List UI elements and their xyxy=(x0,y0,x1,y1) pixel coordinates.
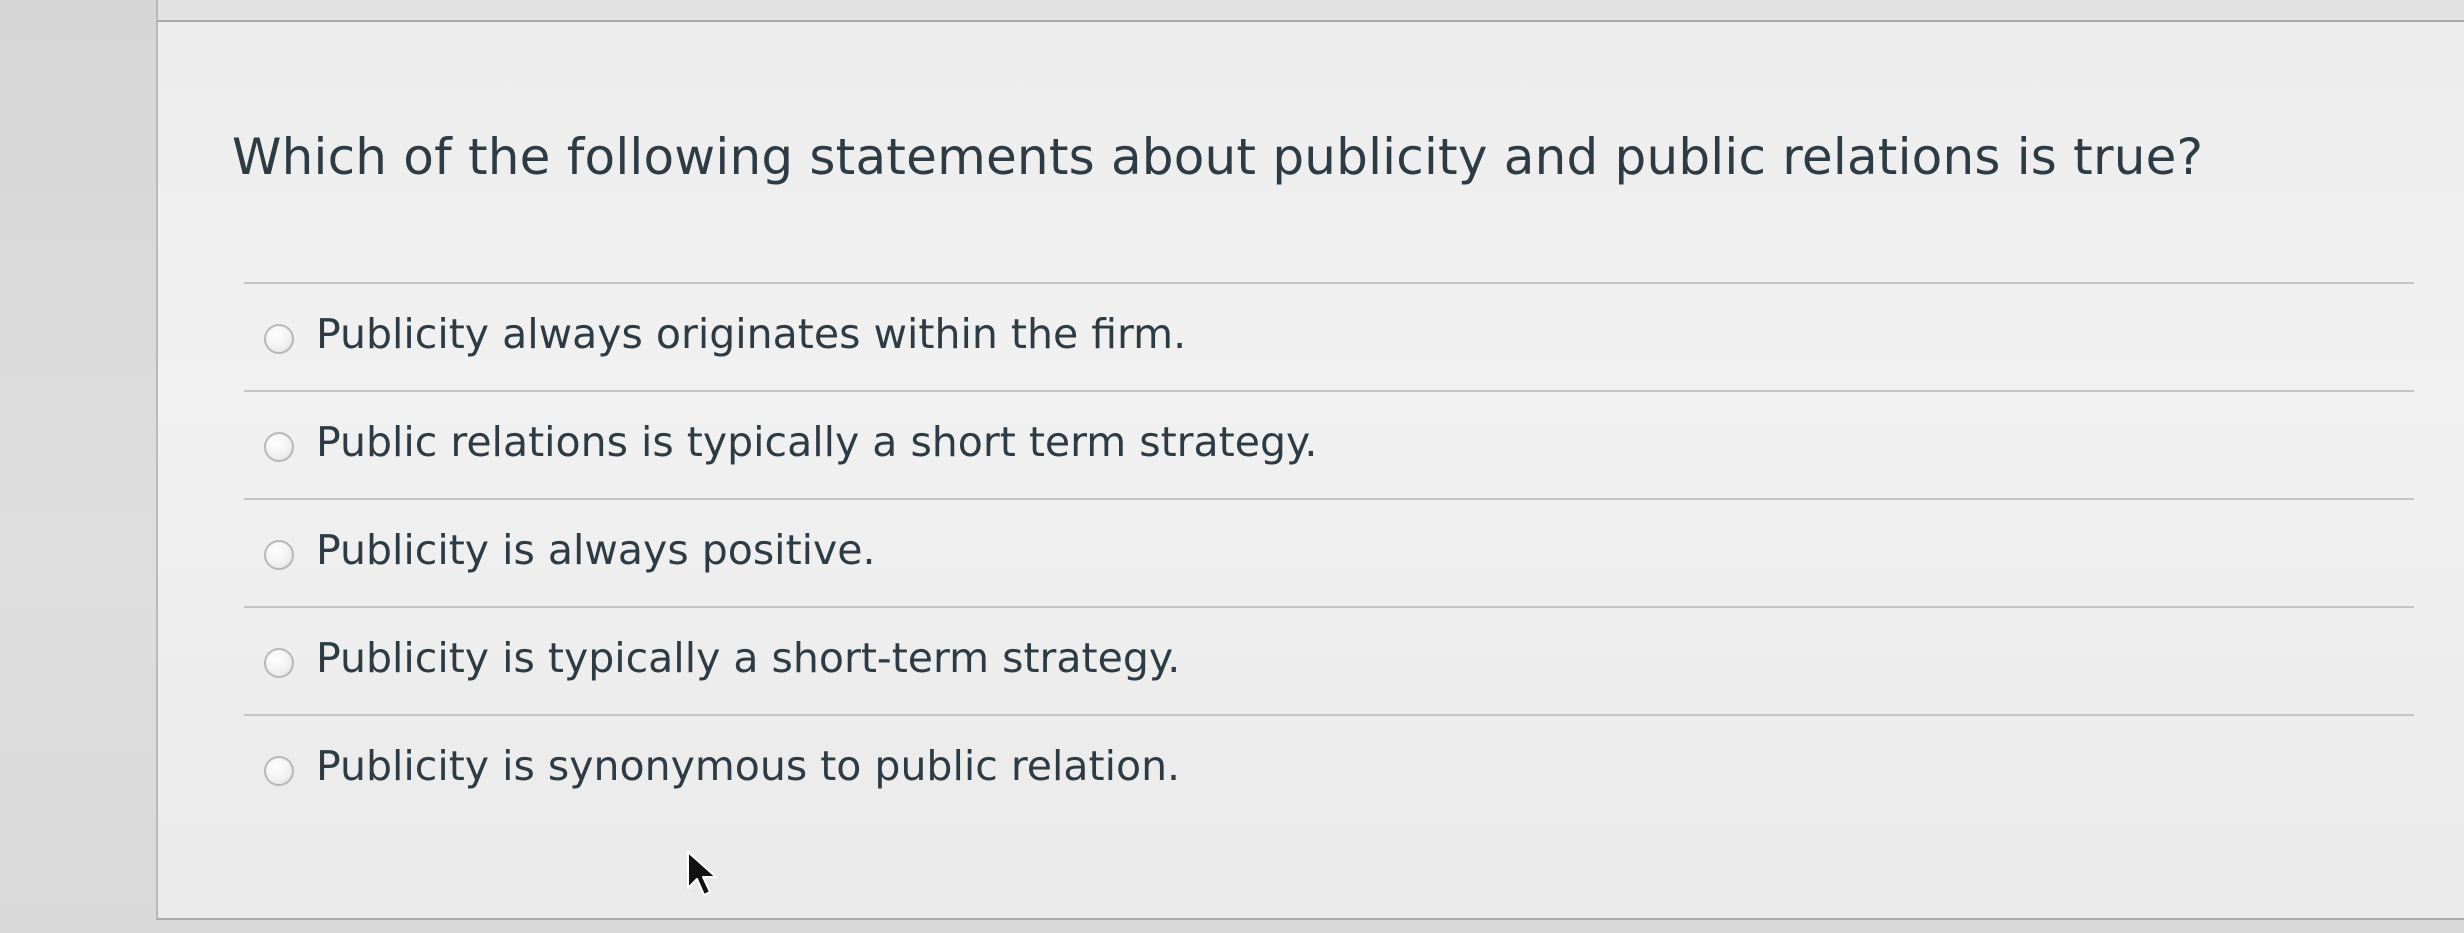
radio-button[interactable] xyxy=(264,324,294,354)
question-header xyxy=(158,0,2464,22)
header-divider xyxy=(158,20,2464,22)
screen: Which of the following statements about … xyxy=(0,0,2464,933)
answer-option-1[interactable]: Publicity always originates within the f… xyxy=(244,282,2414,390)
answer-option-3[interactable]: Publicity is always positive. xyxy=(244,498,2414,606)
answer-label: Public relations is typically a short te… xyxy=(316,418,1318,466)
radio-button[interactable] xyxy=(264,540,294,570)
answer-label: Publicity always originates within the f… xyxy=(316,310,1187,358)
answer-option-2[interactable]: Public relations is typically a short te… xyxy=(244,390,2414,498)
answer-label: Publicity is synonymous to public relati… xyxy=(316,742,1181,790)
question-prompt: Which of the following statements about … xyxy=(232,128,2204,186)
radio-button[interactable] xyxy=(264,432,294,462)
answer-label: Publicity is typically a short-term stra… xyxy=(316,634,1181,682)
question-card: Which of the following statements about … xyxy=(156,0,2464,920)
answer-option-5[interactable]: Publicity is synonymous to public relati… xyxy=(244,714,2414,822)
answer-option-4[interactable]: Publicity is typically a short-term stra… xyxy=(244,606,2414,714)
radio-button[interactable] xyxy=(264,756,294,786)
mouse-pointer-icon xyxy=(687,851,717,896)
radio-button[interactable] xyxy=(264,648,294,678)
answer-list: Publicity always originates within the f… xyxy=(244,282,2414,822)
answer-label: Publicity is always positive. xyxy=(316,526,876,574)
